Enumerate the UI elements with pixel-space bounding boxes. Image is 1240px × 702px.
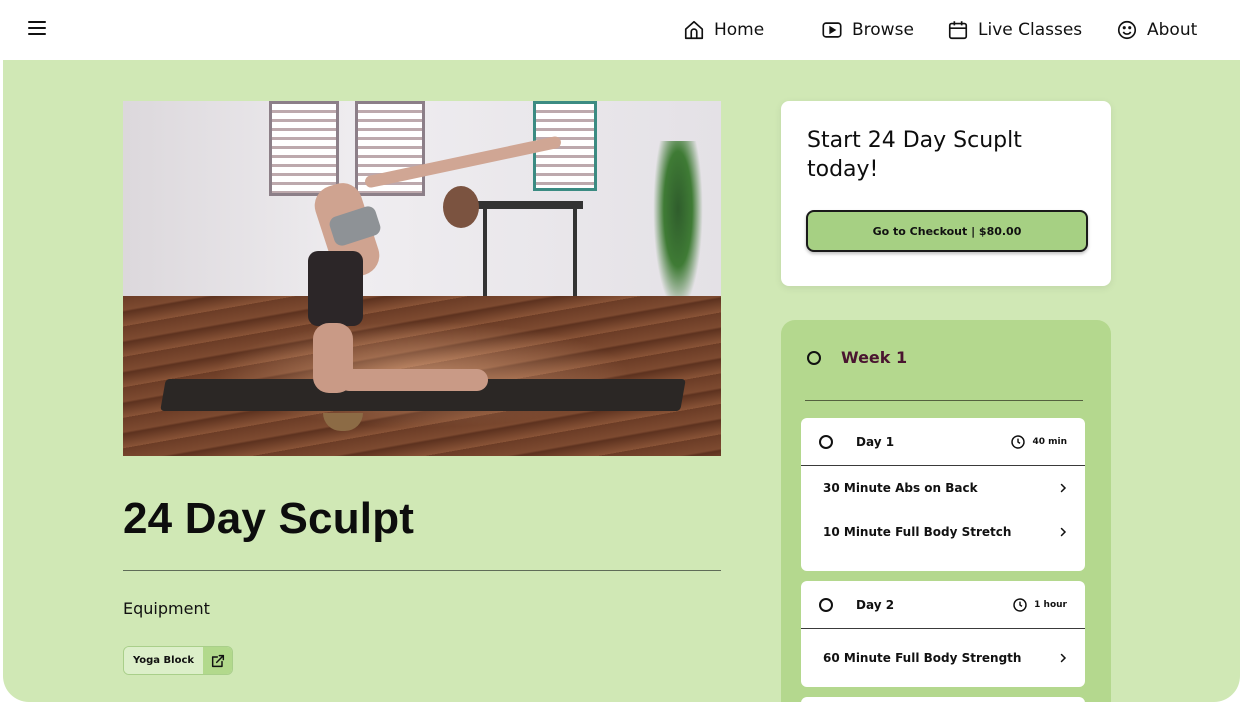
external-link-icon: [211, 654, 224, 667]
play-icon: [822, 22, 842, 38]
day-duration-text: 40 min: [1032, 436, 1067, 447]
day-label: Day 1: [856, 434, 895, 449]
equipment-heading: Equipment: [123, 599, 210, 618]
nav-browse-label: Browse: [852, 20, 914, 40]
program-title: 24 Day Sculpt: [123, 494, 415, 543]
day-card: [801, 697, 1085, 702]
week-divider: [805, 400, 1083, 401]
day-header[interactable]: Day 2 1 hour: [801, 581, 1085, 629]
title-divider: [123, 570, 721, 571]
equipment-chip: Yoga Block: [123, 646, 233, 675]
day-header[interactable]: Day 1 40 min: [801, 418, 1085, 466]
smiley-icon: [1117, 20, 1137, 40]
day-card: Day 1 40 min 30 Minute Abs on Back 10 Mi…: [801, 418, 1085, 571]
day-duration: 40 min: [1010, 434, 1067, 450]
week-status-circle-icon[interactable]: [807, 350, 821, 365]
chevron-right-icon: [1060, 653, 1067, 663]
checkout-card: Start 24 Day Scuplt today! Go to Checkou…: [781, 101, 1111, 286]
nav-browse[interactable]: Browse: [821, 17, 914, 43]
clock-icon: [1011, 434, 1026, 449]
external-link-button[interactable]: [203, 647, 232, 674]
lesson-item[interactable]: 10 Minute Full Body Stretch: [801, 510, 1085, 554]
day-duration-text: 1 hour: [1034, 599, 1067, 610]
lesson-item[interactable]: 60 Minute Full Body Strength: [801, 629, 1085, 687]
hero-image: [123, 101, 721, 456]
nav-about-label: About: [1147, 20, 1198, 40]
home-icon: [684, 20, 704, 40]
checkout-button[interactable]: Go to Checkout | $80.00: [806, 210, 1088, 252]
nav-live-label: Live Classes: [978, 20, 1083, 40]
chevron-right-icon: [1060, 483, 1067, 493]
program-page: 24 Day Sculpt Equipment Yoga Block Start…: [3, 60, 1240, 702]
calendar-icon: [948, 21, 968, 40]
week-schedule: Week 1 Day 1 40 min 30 Minute Abs on Bac…: [781, 320, 1111, 702]
day-status-circle-icon[interactable]: [819, 597, 833, 612]
lesson-title: 10 Minute Full Body Stretch: [823, 525, 1012, 539]
clock-icon: [1013, 597, 1027, 612]
day-duration: 1 hour: [1012, 597, 1067, 613]
day-card: Day 2 1 hour 60 Minute Full Body Strengt…: [801, 581, 1085, 687]
lesson-title: 60 Minute Full Body Strength: [823, 651, 1022, 665]
nav-live-classes[interactable]: Live Classes: [947, 17, 1082, 43]
lesson-title: 30 Minute Abs on Back: [823, 481, 978, 495]
nav-about[interactable]: About: [1116, 17, 1197, 43]
day-status-circle-icon[interactable]: [819, 434, 833, 449]
chevron-right-icon: [1060, 527, 1067, 537]
menu-icon[interactable]: [28, 21, 46, 37]
lesson-item[interactable]: 30 Minute Abs on Back: [801, 466, 1085, 510]
week-toggle[interactable]: Week 1: [807, 348, 907, 367]
equipment-chip-label: Yoga Block: [124, 647, 203, 674]
day-label: Day 2: [856, 597, 895, 612]
top-navigation: Home Browse Live Classes About: [0, 0, 1240, 60]
checkout-card-title: Start 24 Day Scuplt today!: [807, 128, 1022, 182]
nav-home-label: Home: [714, 20, 765, 40]
nav-home[interactable]: Home: [683, 17, 764, 43]
week-title: Week 1: [841, 348, 908, 367]
